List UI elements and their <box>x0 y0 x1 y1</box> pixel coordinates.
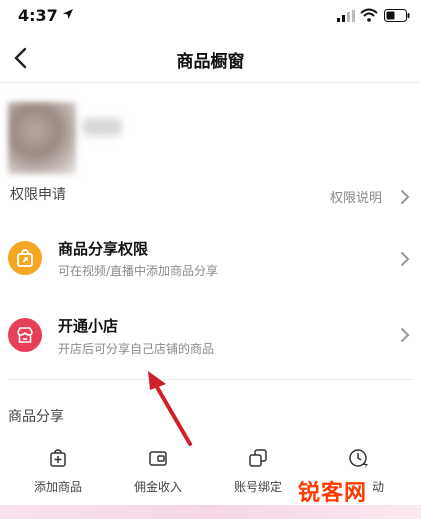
tool-label: 佣金收入 <box>133 480 182 494</box>
row-subtitle: 开店后可分享自己店铺的商品 <box>58 342 215 356</box>
row-title: 商品分享权限 <box>58 240 149 258</box>
avatar[interactable] <box>8 102 76 174</box>
clock-icon <box>349 449 368 468</box>
annotation-arrow <box>148 371 192 446</box>
share-section-title: 商品分享 <box>8 409 64 425</box>
store-icon <box>8 318 42 352</box>
divider <box>8 379 413 380</box>
chevron-right-icon <box>401 328 410 342</box>
commission-income-tool[interactable]: 佣金收入 <box>118 448 198 498</box>
status-time: 4:37 <box>18 6 58 25</box>
watermark: 锐客网 <box>298 481 368 506</box>
chevron-right-icon <box>401 190 410 204</box>
bottom-bar-fade <box>0 505 421 519</box>
chevron-right-icon <box>401 252 410 266</box>
signal-icon <box>337 10 355 22</box>
shopping-bag-share-icon <box>8 241 42 275</box>
tool-label: 账号绑定 <box>233 480 282 494</box>
permission-info-label: 权限说明 <box>330 191 383 206</box>
row-subtitle: 可在视频/直播中添加商品分享 <box>58 264 219 278</box>
wallet-icon <box>149 451 167 466</box>
account-binding-tool[interactable]: 账号绑定 <box>218 448 298 498</box>
wifi-icon <box>360 8 378 22</box>
permission-section-title: 权限申请 <box>10 187 66 203</box>
battery-icon <box>384 9 410 22</box>
add-bag-icon <box>50 449 66 467</box>
page-title: 商品橱窗 <box>176 52 245 72</box>
username-blurred <box>82 118 122 136</box>
location-arrow-icon <box>63 9 73 19</box>
link-copy-icon <box>249 449 267 467</box>
tool-label: 添加商品 <box>33 480 82 494</box>
add-product-tool[interactable]: 添加商品 <box>18 448 98 498</box>
row-title: 开通小店 <box>58 317 119 335</box>
permission-info-link[interactable]: 权限说明 <box>330 187 382 206</box>
